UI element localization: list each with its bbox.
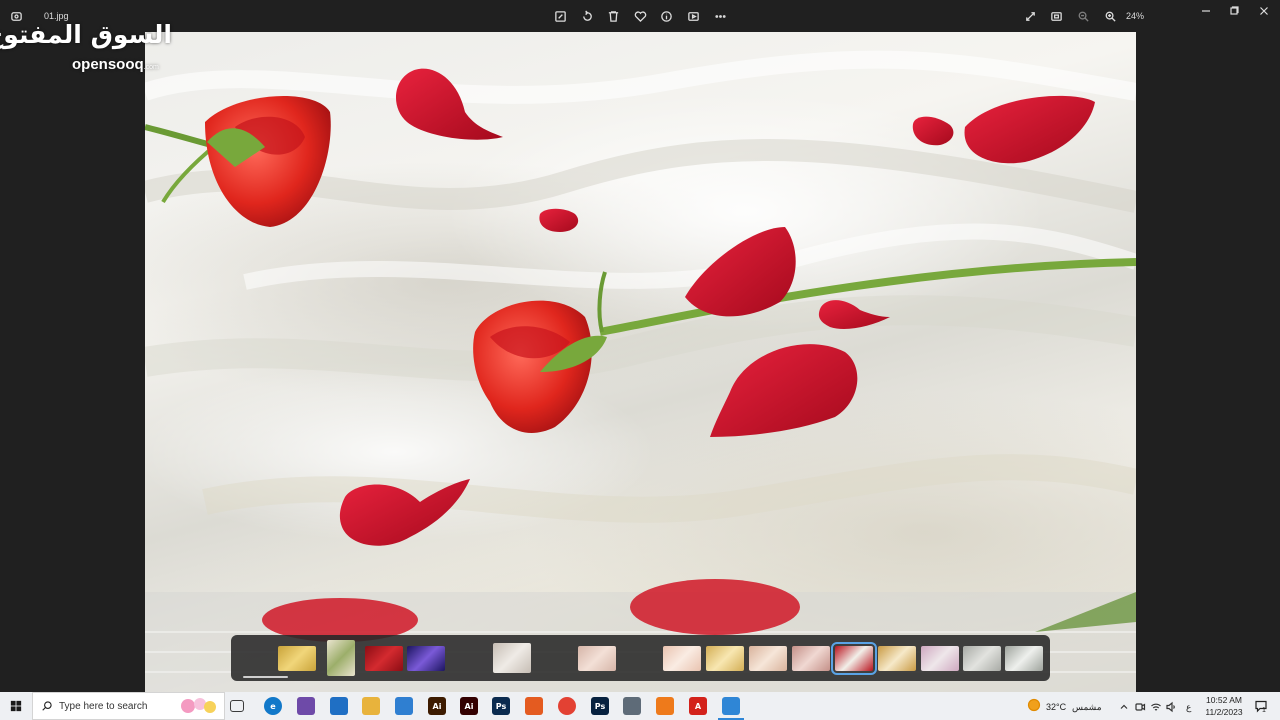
windows-logo-icon	[10, 700, 22, 712]
search-placeholder: Type here to search	[59, 700, 148, 712]
weather-sun-icon[interactable]	[1027, 698, 1041, 712]
zoom-in-icon[interactable]	[1100, 6, 1120, 26]
store-icon[interactable]	[330, 697, 348, 715]
thumbnail-white-lilies[interactable]	[327, 640, 355, 676]
thumbnail-gold-floral[interactable]	[706, 645, 744, 671]
thumbnail-red-rose[interactable]	[365, 645, 403, 671]
taskbar-search-box[interactable]: Type here to search	[32, 692, 225, 720]
info-icon[interactable]	[656, 6, 676, 26]
wifi-icon[interactable]	[1150, 700, 1162, 712]
windows-start-button[interactable]	[0, 692, 32, 720]
task-view-icon[interactable]	[230, 700, 244, 712]
clock[interactable]: 10:52 AM 11/2/2023	[1200, 695, 1248, 717]
title-bar: 01.jpg 24%	[0, 0, 1280, 32]
photos-app-window: 01.jpg 24% السوق المفتوح opensooq.com	[0, 0, 1280, 692]
notifications-count: 1	[1262, 707, 1266, 714]
thumbnail-pink-pearls[interactable]	[792, 645, 830, 671]
volume-icon[interactable]	[1165, 700, 1177, 713]
acrobat-icon[interactable]: A	[689, 697, 707, 715]
taskbar: Type here to search e Ai Ai Ps Ps A 32°C مشمس…	[0, 692, 1280, 720]
thumbnail-red-petals-on-silk[interactable]	[831, 641, 877, 675]
thumbnail-gold-pattern[interactable]	[278, 645, 316, 671]
show-hidden-icons-chevron-icon[interactable]	[1118, 700, 1130, 712]
mail-icon[interactable]	[395, 697, 413, 715]
clock-time: 10:52 AM	[1206, 695, 1242, 705]
thumbnail-cream-floral[interactable]	[749, 645, 787, 671]
clock-date: 11/2/2023	[1205, 707, 1243, 717]
favorite-icon[interactable]	[630, 6, 650, 26]
edge-icon[interactable]: e	[264, 697, 282, 715]
thumbnail-peach-floral[interactable]	[663, 645, 701, 671]
minimize-button[interactable]	[1192, 2, 1220, 20]
opensooq-logo: السوق المفتوح opensooq.com	[0, 20, 174, 76]
app-orange-icon[interactable]	[656, 697, 674, 715]
photo-canvas[interactable]	[145, 32, 1136, 692]
photos-icon[interactable]	[722, 697, 740, 715]
edit-icon[interactable]	[550, 6, 570, 26]
zoom-level: 24%	[1126, 11, 1145, 21]
delete-icon[interactable]	[603, 6, 623, 26]
paint-icon[interactable]	[525, 697, 543, 715]
photoshop-icon[interactable]: Ps	[492, 697, 510, 715]
logo-brand-suffix: .com	[143, 64, 159, 71]
more-icon[interactable]	[710, 6, 730, 26]
illustrator-icon[interactable]: Ai	[428, 697, 446, 715]
chrome-icon[interactable]	[558, 697, 576, 715]
thumbnail-pink-roses[interactable]	[578, 645, 616, 671]
close-button[interactable]	[1250, 2, 1278, 20]
input-language[interactable]: ع	[1186, 702, 1191, 713]
photo-artwork	[145, 50, 1136, 692]
meet-now-icon[interactable]	[1134, 700, 1146, 712]
fit-window-icon[interactable]	[1046, 6, 1066, 26]
zoom-out-icon[interactable]	[1073, 6, 1093, 26]
fullscreen-icon[interactable]	[1020, 6, 1040, 26]
rotate-icon[interactable]	[577, 6, 597, 26]
thumbnail-pastel-flowers[interactable]	[921, 645, 959, 671]
slideshow-icon[interactable]	[683, 6, 703, 26]
thumbnail-silver-swirl[interactable]	[1005, 645, 1043, 671]
maximize-button[interactable]	[1220, 2, 1248, 20]
weather-temperature[interactable]: 32°C	[1046, 702, 1066, 712]
file-explorer-icon[interactable]	[362, 697, 380, 715]
search-highlight-flowers-icon	[181, 698, 216, 713]
search-icon	[42, 701, 52, 711]
weather-condition[interactable]: مشمس	[1072, 702, 1102, 713]
logo-brand-name: opensooq	[72, 56, 144, 73]
thumbnail-grey-silver[interactable]	[963, 645, 1001, 671]
illustrator-2-icon[interactable]: Ai	[460, 697, 478, 715]
thumbnail-pearls-on-white[interactable]	[493, 643, 531, 673]
thumbnail-purple-rose[interactable]	[407, 645, 445, 671]
sheet-app-icon[interactable]	[297, 697, 315, 715]
filmstrip	[231, 635, 1050, 681]
filmstrip-scrollbar[interactable]	[243, 676, 288, 678]
photoshop-2-icon[interactable]: Ps	[591, 697, 609, 715]
logo-brand-text: opensooq.com	[72, 56, 159, 73]
network-drive-icon[interactable]	[623, 697, 641, 715]
logo-arabic-text: السوق المفتوح	[0, 20, 172, 49]
thumbnail-golden-frames[interactable]	[878, 645, 916, 671]
